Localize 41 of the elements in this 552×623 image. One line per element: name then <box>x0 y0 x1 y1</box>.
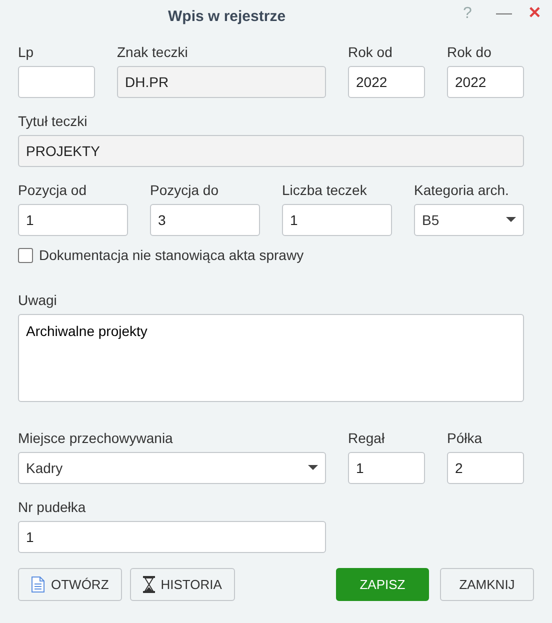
dropdown[interactable]: Kadry <box>18 452 326 484</box>
field-label: Uwagi <box>18 292 58 309</box>
window-title: Wpis w rejestrze <box>168 7 286 27</box>
input-field[interactable]: 2022 <box>348 66 425 98</box>
save-button[interactable]: ZAPISZ <box>336 568 429 601</box>
close-button[interactable]: ✕ <box>524 3 545 25</box>
checkbox-label: Dokumentacja nie stanowiąca akta sprawy <box>39 246 304 265</box>
input-field[interactable]: PROJEKTY <box>18 135 524 167</box>
input-field[interactable]: 3 <box>150 204 260 236</box>
input-field[interactable]: 1 <box>282 204 392 236</box>
field-label: Pozycja do <box>150 182 220 199</box>
input-field[interactable]: 2 <box>447 452 524 484</box>
field-label: Liczba teczek <box>282 182 368 199</box>
field-label: Znak teczki <box>117 44 189 61</box>
field-label: Półka <box>447 430 484 447</box>
field-label: Pozycja od <box>18 182 88 199</box>
input-field[interactable]: 1 <box>348 452 425 484</box>
field-label: Tytuł teczki <box>18 113 88 130</box>
close-dialog-button[interactable]: ZAMKNIJ <box>440 568 534 601</box>
history-button[interactable]: HISTORIA <box>130 568 235 601</box>
field-label: Miejsce przechowywania <box>18 430 174 447</box>
dropdown[interactable]: B5 <box>414 204 524 236</box>
input-field[interactable]: 1 <box>18 521 326 553</box>
field-label: Nr pudełka <box>18 499 87 516</box>
minimize-button[interactable]: — <box>492 3 516 25</box>
open-button[interactable]: OTWÓRZ <box>18 568 122 601</box>
text-area[interactable]: Archiwalne projekty <box>18 314 524 402</box>
field-label: Regał <box>348 430 386 447</box>
input-field[interactable] <box>18 66 95 98</box>
caret-icon <box>506 217 516 223</box>
field-label: Rok do <box>447 44 492 61</box>
field-label: Kategoria arch. <box>414 182 510 199</box>
caret-icon <box>308 465 318 471</box>
input-field[interactable]: 2022 <box>447 66 524 98</box>
input-field[interactable]: DH.PR <box>117 66 326 98</box>
field-label: Rok od <box>348 44 394 61</box>
checkbox[interactable] <box>18 248 33 263</box>
field-label: Lp <box>18 44 35 61</box>
hourglass-icon <box>142 576 155 593</box>
input-field[interactable]: 1 <box>18 204 128 236</box>
document-icon <box>31 576 45 593</box>
